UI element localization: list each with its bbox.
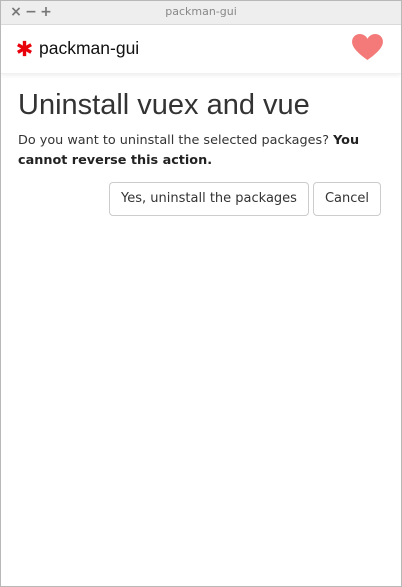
confirm-uninstall-button[interactable]: Yes, uninstall the packages <box>109 182 309 216</box>
confirmation-message: Do you want to uninstall the selected pa… <box>18 131 378 171</box>
navbar: packman-gui <box>1 25 401 74</box>
dialog-actions: Yes, uninstall the packages Cancel <box>109 182 381 216</box>
page-title: Uninstall vuex and vue <box>18 89 310 121</box>
main-content: Uninstall vuex and vue Do you want to un… <box>18 85 388 171</box>
app-window: × − + packman-gui packman-gui Uninstall … <box>0 0 402 587</box>
window-title: packman-gui <box>165 5 237 18</box>
brand-name: packman-gui <box>39 38 140 58</box>
asterisk-icon <box>17 40 32 56</box>
cancel-button[interactable]: Cancel <box>312 182 381 216</box>
heart-icon[interactable] <box>352 34 383 61</box>
brand[interactable]: packman-gui <box>16 37 139 59</box>
window-titlebar: × − + packman-gui <box>1 1 401 25</box>
message-text: Do you want to uninstall the selected pa… <box>18 133 329 148</box>
